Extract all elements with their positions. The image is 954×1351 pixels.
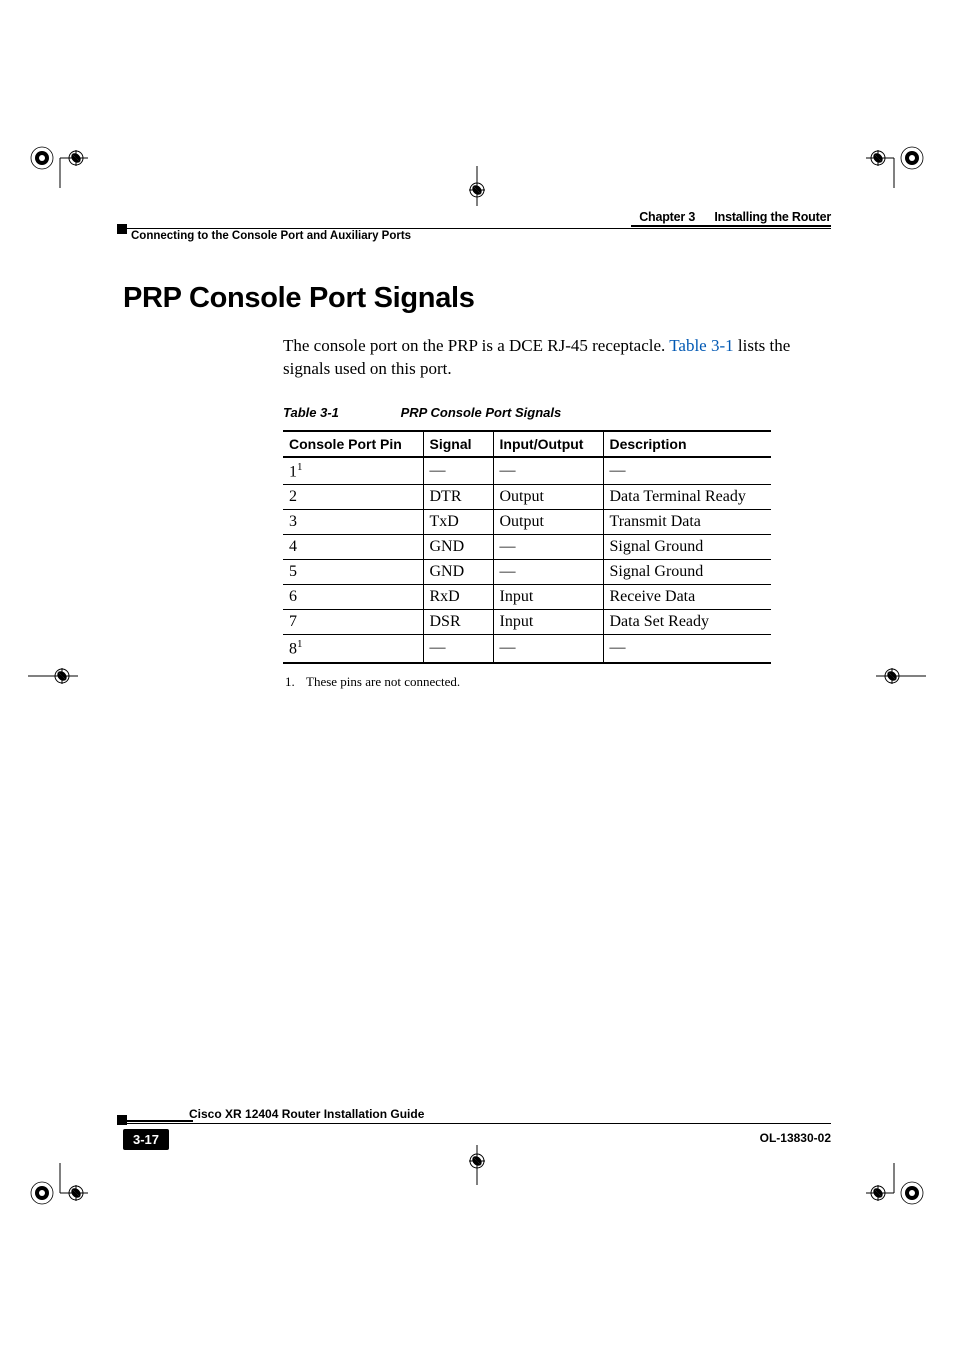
table-row: 11——— (283, 457, 771, 485)
cell-pin: 6 (283, 585, 423, 610)
page-footer: Cisco XR 12404 Router Installation Guide… (123, 1111, 831, 1151)
table-caption-label: Table 3-1 (283, 405, 397, 420)
cell-signal: DSR (423, 610, 493, 635)
cell-pin: 5 (283, 560, 423, 585)
content-area: PRP Console Port Signals The console por… (123, 282, 799, 690)
crop-mark-top-center-icon (467, 166, 487, 206)
table-row: 81——— (283, 635, 771, 663)
cell-pin: 7 (283, 610, 423, 635)
cell-signal: TxD (423, 510, 493, 535)
col-header-pin: Console Port Pin (283, 431, 423, 457)
cell-desc: Signal Ground (603, 560, 771, 585)
footer-rule: Cisco XR 12404 Router Installation Guide (123, 1111, 831, 1125)
table-header-row: Console Port Pin Signal Input/Output Des… (283, 431, 771, 457)
footer-guide-title: Cisco XR 12404 Router Installation Guide (189, 1107, 424, 1121)
cell-io: — (493, 560, 603, 585)
header-chapter: Chapter 3 Installing the Router (123, 210, 831, 224)
footnote-ref: 1 (297, 461, 303, 473)
cell-signal: GND (423, 535, 493, 560)
cell-desc: Signal Ground (603, 535, 771, 560)
section-body: The console port on the PRP is a DCE RJ-… (283, 335, 799, 381)
signals-table: Console Port Pin Signal Input/Output Des… (283, 430, 771, 664)
breadcrumb: Connecting to the Console Port and Auxil… (131, 230, 411, 242)
crop-mark-bottom-center-icon (467, 1145, 487, 1185)
cell-pin: 3 (283, 510, 423, 535)
table-xref-link[interactable]: Table 3-1 (669, 336, 733, 355)
chapter-title: Installing the Router (714, 210, 831, 224)
page-header: Chapter 3 Installing the Router Connecti… (123, 210, 831, 244)
header-rule: Connecting to the Console Port and Auxil… (123, 228, 831, 244)
body-block: The console port on the PRP is a DCE RJ-… (283, 335, 799, 690)
body-text-1: The console port on the PRP is a DCE RJ-… (283, 336, 669, 355)
footnote-text: These pins are not connected. (306, 674, 460, 689)
cell-pin: 4 (283, 535, 423, 560)
cell-desc: — (603, 457, 771, 485)
section-heading: PRP Console Port Signals (123, 282, 799, 315)
crop-mark-top-left-icon (28, 128, 88, 188)
crop-mark-bottom-right-icon (866, 1163, 926, 1223)
table-caption: Table 3-1 PRP Console Port Signals (283, 405, 799, 420)
cell-io: — (493, 635, 603, 663)
cell-io: Output (493, 485, 603, 510)
page-number-badge: 3-17 (123, 1129, 169, 1150)
cell-signal: — (423, 635, 493, 663)
table-row: 3TxDOutputTransmit Data (283, 510, 771, 535)
cell-pin: 2 (283, 485, 423, 510)
crop-mark-mid-right-icon (876, 666, 926, 686)
cell-desc: Data Set Ready (603, 610, 771, 635)
cell-io: — (493, 535, 603, 560)
crop-mark-top-right-icon (866, 128, 926, 188)
crop-mark-bottom-left-icon (28, 1163, 88, 1223)
cell-signal: — (423, 457, 493, 485)
table-row: 5GND—Signal Ground (283, 560, 771, 585)
footer-doc-id: OL-13830-02 (760, 1131, 831, 1145)
cell-io: — (493, 457, 603, 485)
page: Chapter 3 Installing the Router Connecti… (0, 0, 954, 1351)
table-caption-title: PRP Console Port Signals (401, 405, 562, 420)
table-row: 7DSRInputData Set Ready (283, 610, 771, 635)
chapter-label: Chapter 3 (639, 210, 695, 224)
table-row: 6RxDInputReceive Data (283, 585, 771, 610)
cell-io: Output (493, 510, 603, 535)
cell-io: Input (493, 610, 603, 635)
cell-signal: DTR (423, 485, 493, 510)
cell-desc: Receive Data (603, 585, 771, 610)
cell-pin: 81 (283, 635, 423, 663)
cell-signal: GND (423, 560, 493, 585)
crop-mark-mid-left-icon (28, 666, 78, 686)
table-row: 2DTROutputData Terminal Ready (283, 485, 771, 510)
col-header-io: Input/Output (493, 431, 603, 457)
cell-desc: Transmit Data (603, 510, 771, 535)
table-footnote: 1. These pins are not connected. (285, 674, 799, 690)
header-block-icon (117, 224, 127, 234)
cell-desc: — (603, 635, 771, 663)
col-header-desc: Description (603, 431, 771, 457)
cell-pin: 11 (283, 457, 423, 485)
table-row: 4GND—Signal Ground (283, 535, 771, 560)
footnote-number: 1. (285, 674, 303, 690)
col-header-signal: Signal (423, 431, 493, 457)
cell-desc: Data Terminal Ready (603, 485, 771, 510)
cell-io: Input (493, 585, 603, 610)
footnote-ref: 1 (297, 638, 303, 650)
cell-signal: RxD (423, 585, 493, 610)
